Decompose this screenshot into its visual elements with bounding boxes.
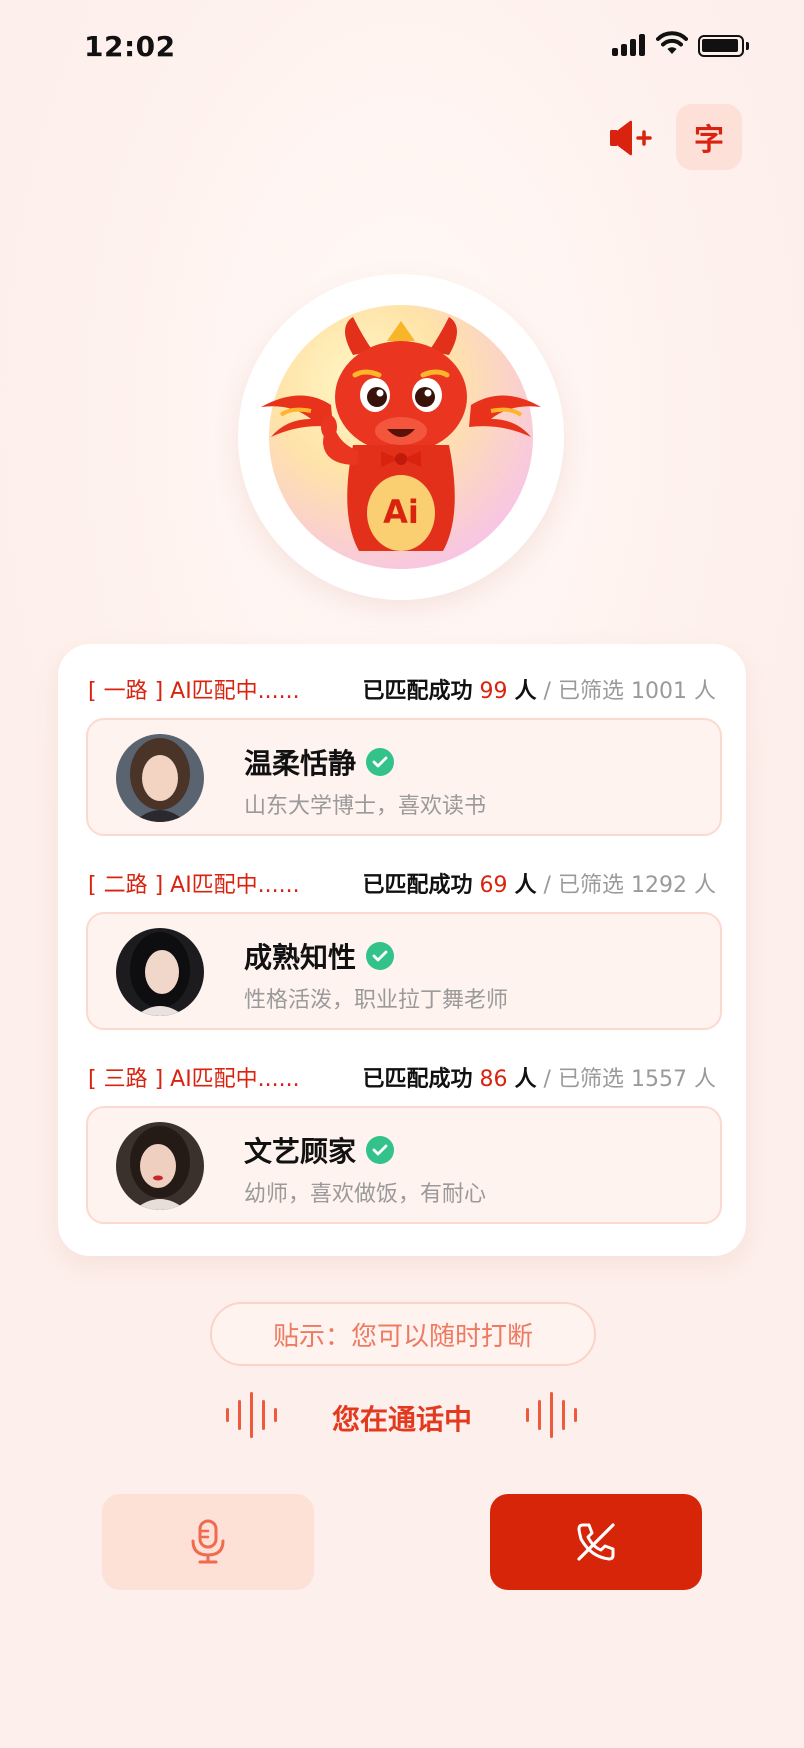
screened-count: 1001 xyxy=(630,679,687,704)
mascot-text: Ai xyxy=(383,493,419,531)
hang-up-icon xyxy=(577,1523,615,1561)
microphone-button[interactable] xyxy=(102,1494,314,1590)
match-line-2: [ 二路 ] AI匹配中...... 已匹配成功 69 人 / 已筛选 1292… xyxy=(86,866,722,1030)
verified-icon xyxy=(366,942,395,970)
screened-unit: 人 xyxy=(693,679,716,704)
matched-unit: 人 xyxy=(514,873,537,898)
matched-label: 已匹配成功 xyxy=(362,1067,473,1092)
caption-button[interactable]: 字 xyxy=(676,104,742,170)
profile-desc: 性格活泼，职业拉丁舞老师 xyxy=(244,988,509,1013)
profile-desc: 幼师，喜欢做饭，有耐心 xyxy=(244,1182,487,1207)
screened-label: 已筛选 xyxy=(557,873,624,898)
line-stats: 已匹配成功 86 人 / 已筛选 1557 人 xyxy=(363,1061,716,1093)
battery-icon xyxy=(698,35,749,57)
line-tag: [ 一路 ] AI匹配中...... xyxy=(88,679,300,704)
screened-count: 1292 xyxy=(630,873,687,898)
mascot-avatar: Ai xyxy=(238,274,564,600)
screened-label: 已筛选 xyxy=(557,1067,624,1092)
profile-name: 温柔恬静 xyxy=(244,747,357,780)
tip-banner: 贴示：您可以随时打断 xyxy=(210,1302,596,1366)
screened-unit: 人 xyxy=(693,873,716,898)
sound-wave-icon xyxy=(524,1390,584,1440)
match-line-3: [ 三路 ] AI匹配中...... 已匹配成功 86 人 / 已筛选 1557… xyxy=(86,1060,722,1224)
stats-separator: / xyxy=(543,873,551,898)
wifi-icon xyxy=(656,31,688,54)
calling-status: 您在通话中 xyxy=(331,1403,472,1436)
match-profile[interactable]: 成熟知性 性格活泼，职业拉丁舞老师 xyxy=(86,912,722,1030)
volume-button[interactable] xyxy=(606,114,656,162)
dragon-mascot-image: Ai xyxy=(261,317,541,551)
line-tag: [ 二路 ] AI匹配中...... xyxy=(88,873,300,898)
match-line-1: [ 一路 ] AI匹配中...... 已匹配成功 99 人 / 已筛选 1001… xyxy=(86,672,722,836)
signal-icon xyxy=(612,34,648,56)
profile-name: 文艺顾家 xyxy=(244,1135,357,1168)
matched-count: 99 xyxy=(479,679,508,704)
verified-icon xyxy=(366,1136,395,1164)
hang-up-button[interactable] xyxy=(490,1494,702,1590)
line-stats: 已匹配成功 69 人 / 已筛选 1292 人 xyxy=(363,867,716,899)
stats-separator: / xyxy=(543,1067,551,1092)
profile-photo xyxy=(116,734,204,822)
profile-photo xyxy=(116,928,204,1016)
matched-unit: 人 xyxy=(514,1067,537,1092)
match-card: [ 一路 ] AI匹配中...... 已匹配成功 99 人 / 已筛选 1001… xyxy=(58,644,746,1256)
status-bar: 12:02 xyxy=(0,0,804,96)
profile-name: 成熟知性 xyxy=(244,941,357,974)
verified-icon xyxy=(366,748,395,776)
screened-label: 已筛选 xyxy=(557,679,624,704)
matched-count: 86 xyxy=(479,1067,508,1092)
profile-name-row: 温柔恬静 xyxy=(244,742,395,782)
profile-name-row: 成熟知性 xyxy=(244,936,395,976)
line-stats: 已匹配成功 99 人 / 已筛选 1001 人 xyxy=(363,673,716,705)
volume-plus-icon xyxy=(610,120,652,156)
stats-separator: / xyxy=(543,679,551,704)
microphone-icon xyxy=(191,1519,225,1564)
match-profile[interactable]: 文艺顾家 幼师，喜欢做饭，有耐心 xyxy=(86,1106,722,1224)
profile-name-row: 文艺顾家 xyxy=(244,1130,395,1170)
line-tag: [ 三路 ] AI匹配中...... xyxy=(88,1067,300,1092)
calling-indicator: 您在通话中 xyxy=(0,1390,804,1440)
matched-count: 69 xyxy=(479,873,508,898)
match-profile[interactable]: 温柔恬静 山东大学博士，喜欢读书 xyxy=(86,718,722,836)
mascot-background: Ai xyxy=(261,305,541,569)
profile-desc: 山东大学博士，喜欢读书 xyxy=(244,794,487,819)
matched-label: 已匹配成功 xyxy=(362,873,473,898)
matched-unit: 人 xyxy=(514,679,537,704)
matched-label: 已匹配成功 xyxy=(362,679,473,704)
profile-photo xyxy=(116,1122,204,1210)
screened-count: 1557 xyxy=(630,1067,687,1092)
status-time: 12:02 xyxy=(84,30,176,63)
screened-unit: 人 xyxy=(693,1067,716,1092)
